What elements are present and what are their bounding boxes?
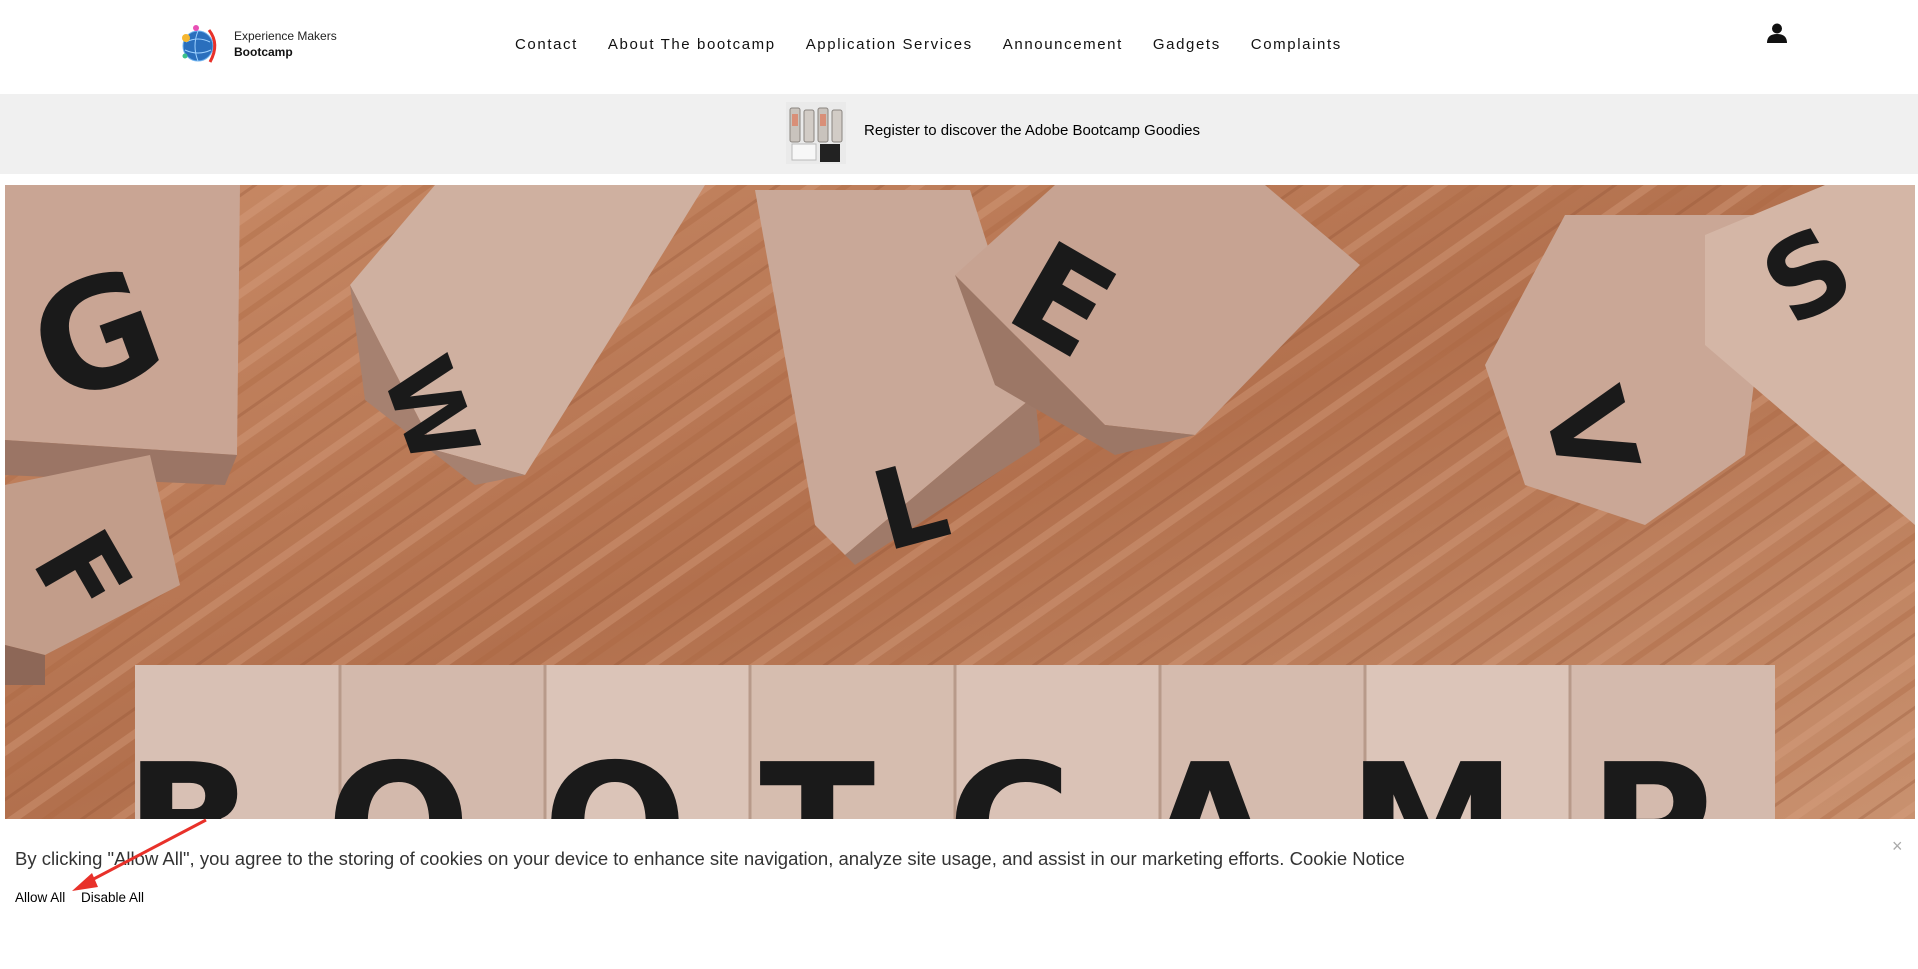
- cookie-notice-link[interactable]: Cookie Notice: [1290, 848, 1405, 869]
- cookie-message-text: By clicking "Allow All", you agree to th…: [15, 848, 1285, 869]
- promo-banner: Register to discover the Adobe Bootcamp …: [0, 94, 1918, 174]
- nav-complaints[interactable]: Complaints: [1251, 36, 1342, 53]
- block-G: G: [5, 185, 240, 485]
- promo-register-link[interactable]: Register to discover the Adobe Bootcamp …: [864, 122, 1200, 139]
- nav-gadgets[interactable]: Gadgets: [1153, 36, 1221, 53]
- close-icon[interactable]: ×: [1892, 836, 1903, 857]
- cookie-message: By clicking "Allow All", you agree to th…: [15, 848, 1405, 870]
- site-logo[interactable]: Experience Makers Bootcamp: [176, 20, 337, 68]
- disable-all-button[interactable]: Disable All: [81, 890, 144, 905]
- bootcamp-word: BOOTCAMP: [125, 728, 1786, 819]
- goodies-thumbnail[interactable]: [786, 102, 846, 169]
- main-nav: Contact About The bootcamp Application S…: [500, 36, 1357, 53]
- nav-contact[interactable]: Contact: [515, 36, 578, 53]
- hero-image: G F W L E V S: [5, 185, 1915, 819]
- nav-announcement[interactable]: Announcement: [1003, 36, 1123, 53]
- cookie-banner: By clicking "Allow All", you agree to th…: [0, 819, 1918, 969]
- site-header: Experience Makers Bootcamp Contact About…: [0, 0, 1918, 94]
- globe-logo-icon: [182, 25, 217, 63]
- user-icon[interactable]: [1766, 22, 1788, 49]
- nav-application-services[interactable]: Application Services: [806, 36, 973, 53]
- bootcamp-blocks: BOOTCAMP: [125, 665, 1786, 819]
- nav-about[interactable]: About The bootcamp: [608, 36, 776, 53]
- allow-all-button[interactable]: Allow All: [15, 890, 65, 905]
- logo-line1: Experience Makers: [234, 29, 337, 43]
- logo-line2: Bootcamp: [234, 45, 293, 59]
